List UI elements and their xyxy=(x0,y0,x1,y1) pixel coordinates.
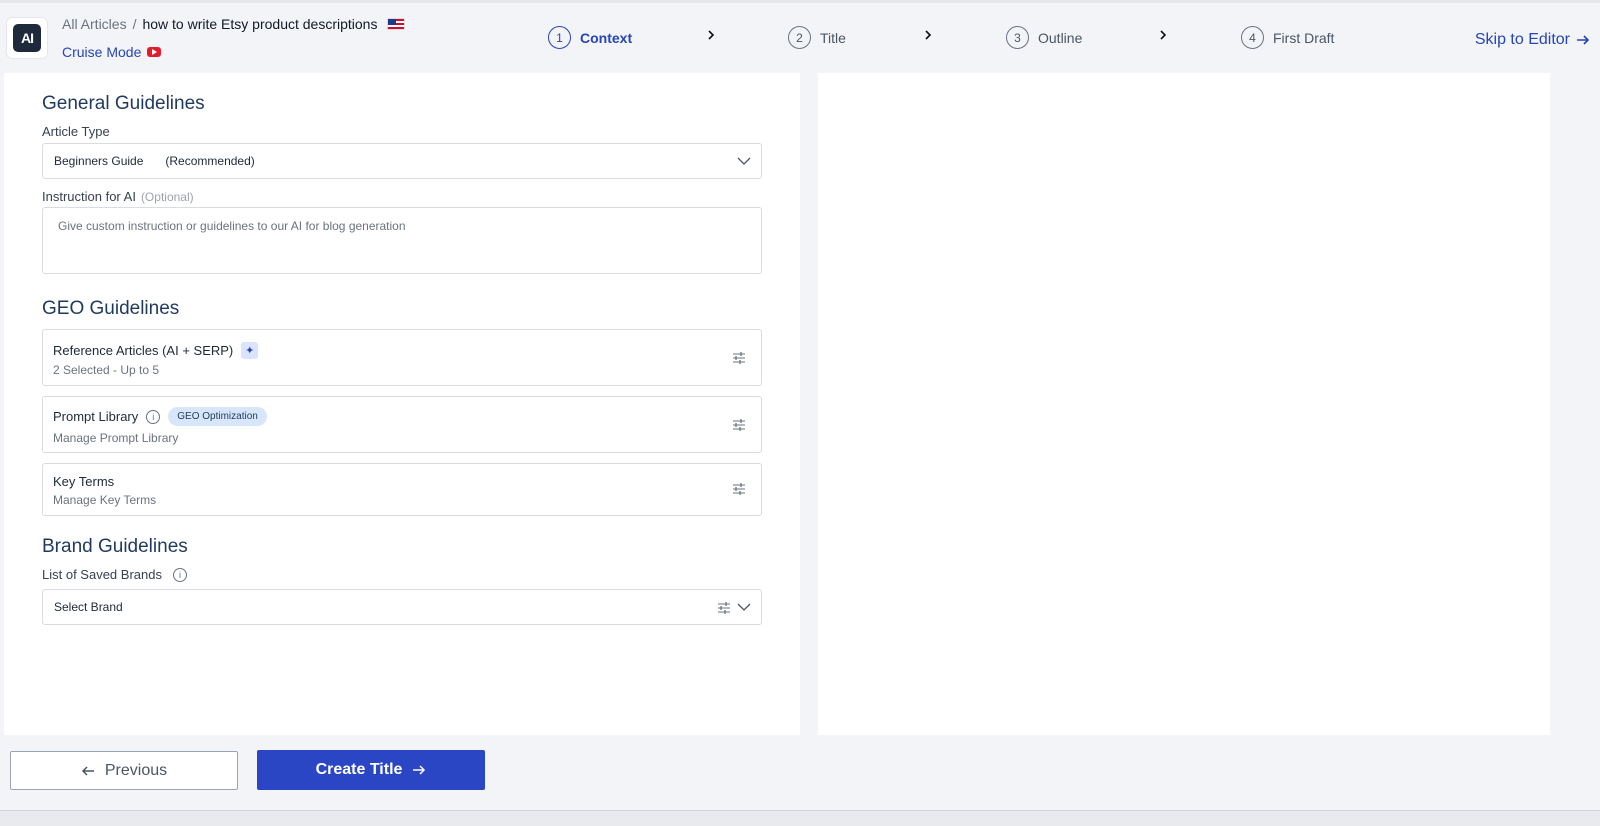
instruction-textarea-wrapper xyxy=(42,207,762,274)
chevron-down-icon xyxy=(737,157,751,165)
step-number: 2 xyxy=(788,26,811,49)
step-first-draft[interactable]: 4 First Draft xyxy=(1241,26,1334,49)
sliders-icon[interactable] xyxy=(717,602,731,614)
logo-mark: AI xyxy=(13,24,41,52)
breadcrumb-all-articles[interactable]: All Articles xyxy=(62,16,127,32)
prompt-library-title: Prompt Library i GEO Optimization xyxy=(53,407,267,426)
preview-panel xyxy=(818,73,1550,735)
header: AI All Articles / how to write Etsy prod… xyxy=(0,3,1600,71)
us-flag-icon xyxy=(387,18,406,30)
brand-select[interactable]: Select Brand xyxy=(42,589,762,625)
app-logo[interactable]: AI xyxy=(6,17,48,59)
previous-button[interactable]: Previous xyxy=(10,751,238,790)
chevron-right-icon xyxy=(925,30,932,40)
context-form-panel: General Guidelines Article Type Beginner… xyxy=(4,73,800,735)
key-terms-label: Key Terms xyxy=(53,474,115,489)
optional-tag: (Optional) xyxy=(140,189,194,204)
recommended-tag: (Recommended) xyxy=(165,154,255,168)
info-icon[interactable]: i xyxy=(172,567,187,582)
sparkle-icon: ✦ xyxy=(241,342,259,359)
step-label: Outline xyxy=(1038,29,1083,46)
step-context[interactable]: 1 Context xyxy=(548,26,632,49)
sliders-icon[interactable] xyxy=(732,483,746,495)
prompt-library-subtitle: Manage Prompt Library xyxy=(53,431,179,445)
step-label: First Draft xyxy=(1273,29,1335,46)
step-label: Context xyxy=(580,29,633,46)
arrow-right-icon xyxy=(413,765,426,775)
arrow-right-icon xyxy=(1577,35,1590,45)
saved-brands-label-text: List of Saved Brands xyxy=(42,567,162,582)
cruise-mode-link[interactable]: Cruise Mode xyxy=(62,44,162,60)
sliders-icon[interactable] xyxy=(732,352,746,364)
key-terms-title: Key Terms xyxy=(53,474,114,489)
article-type-label: Article Type xyxy=(42,124,110,139)
instruction-textarea[interactable] xyxy=(44,209,760,272)
breadcrumb-separator: / xyxy=(132,16,137,32)
youtube-icon xyxy=(147,47,162,57)
reference-articles-card[interactable]: Reference Articles (AI + SERP) ✦ 2 Selec… xyxy=(42,329,762,386)
instruction-label-text: Instruction for AI xyxy=(42,189,136,204)
key-terms-subtitle: Manage Key Terms xyxy=(53,493,157,507)
article-type-value: Beginners Guide (Recommended) xyxy=(54,154,255,168)
step-title[interactable]: 2 Title xyxy=(788,26,846,49)
reference-articles-title: Reference Articles (AI + SERP) ✦ xyxy=(53,342,259,359)
arrow-left-icon xyxy=(81,765,94,776)
brand-guidelines-heading: Brand Guidelines xyxy=(42,536,188,557)
chevron-right-icon xyxy=(1160,30,1167,40)
step-label: Title xyxy=(820,29,846,46)
skip-to-editor-link[interactable]: Skip to Editor xyxy=(1475,31,1590,49)
chevron-down-icon xyxy=(737,603,751,611)
geo-guidelines-heading: GEO Guidelines xyxy=(42,298,180,319)
previous-label: Previous xyxy=(104,761,168,779)
general-guidelines-heading: General Guidelines xyxy=(42,93,205,114)
instruction-label: Instruction for AI (Optional) xyxy=(42,189,194,204)
reference-articles-subtitle: 2 Selected - Up to 5 xyxy=(53,363,160,377)
create-title-button[interactable]: Create Title xyxy=(257,750,485,790)
reference-articles-label: Reference Articles (AI + SERP) xyxy=(53,343,234,358)
create-title-label: Create Title xyxy=(315,761,403,778)
article-type-label-text: Article Type xyxy=(42,124,110,139)
os-taskbar xyxy=(0,810,1600,826)
brand-select-placeholder: Select Brand xyxy=(54,600,123,614)
article-type-selected: Beginners Guide xyxy=(54,154,144,168)
chevron-right-icon xyxy=(708,30,715,40)
saved-brands-label: List of Saved Brands i xyxy=(42,567,187,582)
step-outline[interactable]: 3 Outline xyxy=(1006,26,1082,49)
key-terms-card[interactable]: Key Terms Manage Key Terms xyxy=(42,463,762,516)
article-type-select[interactable]: Beginners Guide (Recommended) xyxy=(42,143,762,179)
sliders-icon[interactable] xyxy=(732,419,746,431)
cruise-mode-label: Cruise Mode xyxy=(62,44,142,60)
prompt-library-label: Prompt Library xyxy=(53,409,139,424)
skip-to-editor-label: Skip to Editor xyxy=(1474,31,1570,48)
step-number: 3 xyxy=(1006,26,1029,49)
geo-optimization-badge: GEO Optimization xyxy=(168,407,267,426)
breadcrumb: All Articles / how to write Etsy product… xyxy=(62,16,406,32)
step-number: 4 xyxy=(1241,26,1264,49)
prompt-library-card[interactable]: Prompt Library i GEO Optimization Manage… xyxy=(42,396,762,453)
info-icon[interactable]: i xyxy=(146,409,161,424)
step-number: 1 xyxy=(548,26,571,49)
breadcrumb-current-article: how to write Etsy product descriptions xyxy=(142,16,378,32)
